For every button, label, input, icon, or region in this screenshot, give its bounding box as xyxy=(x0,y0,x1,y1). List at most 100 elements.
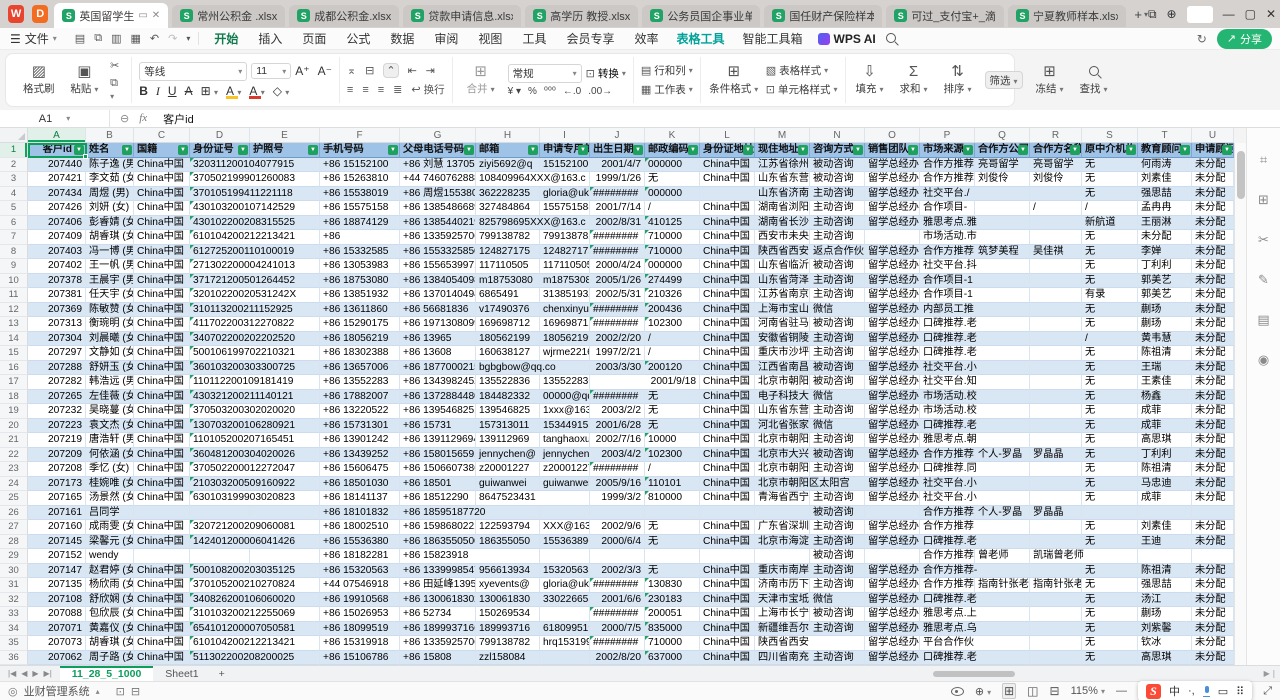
cell-S4[interactable]: 无 xyxy=(1082,187,1138,202)
row-number-34[interactable]: 34 xyxy=(0,622,28,637)
file-tab-1[interactable]: S常州公积金 .xlsx xyxy=(172,5,285,27)
header-cell-Q[interactable]: 合作方公司▼ xyxy=(975,143,1030,158)
copy-icon[interactable]: ⧉ ▾ xyxy=(110,77,124,102)
cell-L9[interactable]: China中国 xyxy=(700,259,755,274)
cell-N4[interactable]: 主动咨询 xyxy=(810,187,865,202)
cell-K31[interactable]: 130830 xyxy=(645,578,700,593)
file-tab-2[interactable]: S成都公积金.xlsx xyxy=(289,5,399,27)
cell-R33[interactable] xyxy=(1030,607,1082,622)
cell-G36[interactable]: +86 15808 xyxy=(400,651,476,666)
cell-P7[interactable]: 市场活动.市 xyxy=(920,230,1030,245)
cell-B26[interactable]: 吕同学 xyxy=(86,506,134,521)
cell-T32[interactable]: 汤江 xyxy=(1138,593,1192,608)
cell-I28[interactable]: 155363896 xyxy=(540,535,590,550)
menu-工具[interactable]: 工具 xyxy=(513,28,555,49)
cell-C2[interactable]: China中国 xyxy=(134,158,190,173)
cell-M13[interactable]: 河南省驻马 xyxy=(755,317,810,332)
cell-T25[interactable]: 成菲 xyxy=(1138,491,1192,506)
cell-H15[interactable]: 160638127 xyxy=(476,346,540,361)
cell-J11[interactable]: 2002/5/31 xyxy=(590,288,645,303)
cell-S17[interactable]: 无 xyxy=(1082,375,1138,390)
cell-O6[interactable]: 留学总经办 xyxy=(865,216,920,231)
cell-J31[interactable]: ######## xyxy=(590,578,645,593)
cell-M23[interactable]: 北京市朝阳 xyxy=(755,462,810,477)
cell-G14[interactable]: +86 13965 xyxy=(400,332,476,347)
cell-J20[interactable]: 2001/6/28 xyxy=(590,419,645,434)
cell-P14[interactable]: 口碑推荐.老 xyxy=(920,332,1030,347)
cell-I23[interactable]: z20001227 xyxy=(540,462,590,477)
cell-P11[interactable]: 合作项目-1 xyxy=(920,288,1030,303)
cell-B23[interactable]: 季忆 (女) xyxy=(86,462,134,477)
cell-N21[interactable]: 主动咨询 xyxy=(810,433,865,448)
cell-T28[interactable]: 王迪 xyxy=(1138,535,1192,550)
cell-B25[interactable]: 汤景然 (女 xyxy=(86,491,134,506)
cell-F22[interactable]: +86 13439252 xyxy=(320,448,400,463)
cell-A19[interactable]: 207232 xyxy=(28,404,86,419)
cell-P12[interactable]: 内部员工推 xyxy=(920,303,1030,318)
cell-A18[interactable]: 207265 xyxy=(28,390,86,405)
cell-S24[interactable]: 无 xyxy=(1082,477,1138,492)
cell-K4[interactable]: 000000 xyxy=(645,187,700,202)
menu-会员专享[interactable]: 会员专享 xyxy=(557,28,623,49)
header-cell-C[interactable]: 国籍▼ xyxy=(134,143,190,158)
soft-keyboard-icon[interactable]: ▭ xyxy=(1218,685,1228,698)
cell-B30[interactable]: 赵君婷 (女 xyxy=(86,564,134,579)
cell-U11[interactable]: 未分配 xyxy=(1192,288,1234,303)
cell-T15[interactable]: 陈祖清 xyxy=(1138,346,1192,361)
menu-插入[interactable]: 插入 xyxy=(249,28,291,49)
cell-K27[interactable]: 无 xyxy=(645,520,700,535)
filter-dropdown-icon[interactable]: ▼ xyxy=(1222,145,1232,155)
cell-F28[interactable]: +86 15536380 xyxy=(320,535,400,550)
column-header-G[interactable]: G xyxy=(400,128,476,142)
cell-S11[interactable]: 有录 xyxy=(1082,288,1138,303)
cell-I4[interactable]: gloria@uki xyxy=(540,187,590,202)
cell-T22[interactable]: 丁利利 xyxy=(1138,448,1192,463)
cell-D23[interactable]: 370502200012272047 xyxy=(190,462,320,477)
cell-R5[interactable]: / xyxy=(1030,201,1082,216)
row-number-5[interactable]: 5 xyxy=(0,201,28,216)
row-number-2[interactable]: 2 xyxy=(0,158,28,173)
increase-font-icon[interactable]: A⁺ xyxy=(295,64,309,78)
cell-H14[interactable]: 180562199 xyxy=(476,332,540,347)
row-number-22[interactable]: 22 xyxy=(0,448,28,463)
header-cell-A[interactable]: 客户id▼ xyxy=(28,143,86,158)
cell-S34[interactable]: 无 xyxy=(1082,622,1138,637)
cell-J34[interactable]: 2000/7/5 xyxy=(590,622,645,637)
cell-N11[interactable]: 主动咨询 xyxy=(810,288,865,303)
redo-icon[interactable]: ↷ xyxy=(168,32,177,45)
cell-T16[interactable]: 王瑞 xyxy=(1138,361,1192,376)
upload-cloud-icon[interactable]: ↻ xyxy=(1197,32,1207,46)
cell-O19[interactable]: 留学总经办 xyxy=(865,404,920,419)
column-header-A[interactable]: A xyxy=(28,128,86,142)
cell-P27[interactable]: 合作方推荐 xyxy=(920,520,1030,535)
cell-S16[interactable]: 无 xyxy=(1082,361,1138,376)
page-break-view-icon[interactable]: ⊟ xyxy=(1050,684,1060,698)
fullscreen-icon[interactable]: ⤢ xyxy=(1263,685,1272,698)
filter-dropdown-icon[interactable]: ▼ xyxy=(1018,145,1028,155)
cell-U31[interactable]: 未分配 xyxy=(1192,578,1234,593)
cell-T7[interactable]: 未分配 xyxy=(1138,230,1192,245)
cell-O9[interactable]: 留学总经办 xyxy=(865,259,920,274)
cell-R3[interactable]: 刘俊伶 xyxy=(1030,172,1082,187)
align-right-icon[interactable]: ≡ xyxy=(378,84,384,96)
cell-B20[interactable]: 袁文杰 (女 xyxy=(86,419,134,434)
cell-M24[interactable]: 北京市朝阳区太阳宫 xyxy=(755,477,865,492)
cell-D30[interactable]: 500108200203035125 xyxy=(190,564,320,579)
sum-button[interactable]: Σ 求和 ▾ xyxy=(897,64,931,96)
cell-K32[interactable]: 230183 xyxy=(645,593,700,608)
cell-D34[interactable]: 654101200007050581 xyxy=(190,622,320,637)
cell-S22[interactable]: 无 xyxy=(1082,448,1138,463)
cell-B34[interactable]: 黄嘉仪 (女 xyxy=(86,622,134,637)
cell-J36[interactable]: 2002/8/20 xyxy=(590,651,645,666)
cell-A3[interactable]: 207421 xyxy=(28,172,86,187)
cell-A16[interactable]: 207288 xyxy=(28,361,86,376)
cell-O5[interactable]: 留学总经办 xyxy=(865,201,920,216)
cell-T34[interactable]: 刘紫馨 xyxy=(1138,622,1192,637)
cell-L14[interactable]: China中国 xyxy=(700,332,755,347)
cell-H28[interactable]: 186355050 xyxy=(476,535,540,550)
column-header-E[interactable]: E xyxy=(250,128,320,142)
cell-R25[interactable] xyxy=(1030,491,1082,506)
cell-D28[interactable]: 142401200006041426 xyxy=(190,535,320,550)
cell-F15[interactable]: +86 18302388 xyxy=(320,346,400,361)
cell-B24[interactable]: 桂婉唯 (女 xyxy=(86,477,134,492)
